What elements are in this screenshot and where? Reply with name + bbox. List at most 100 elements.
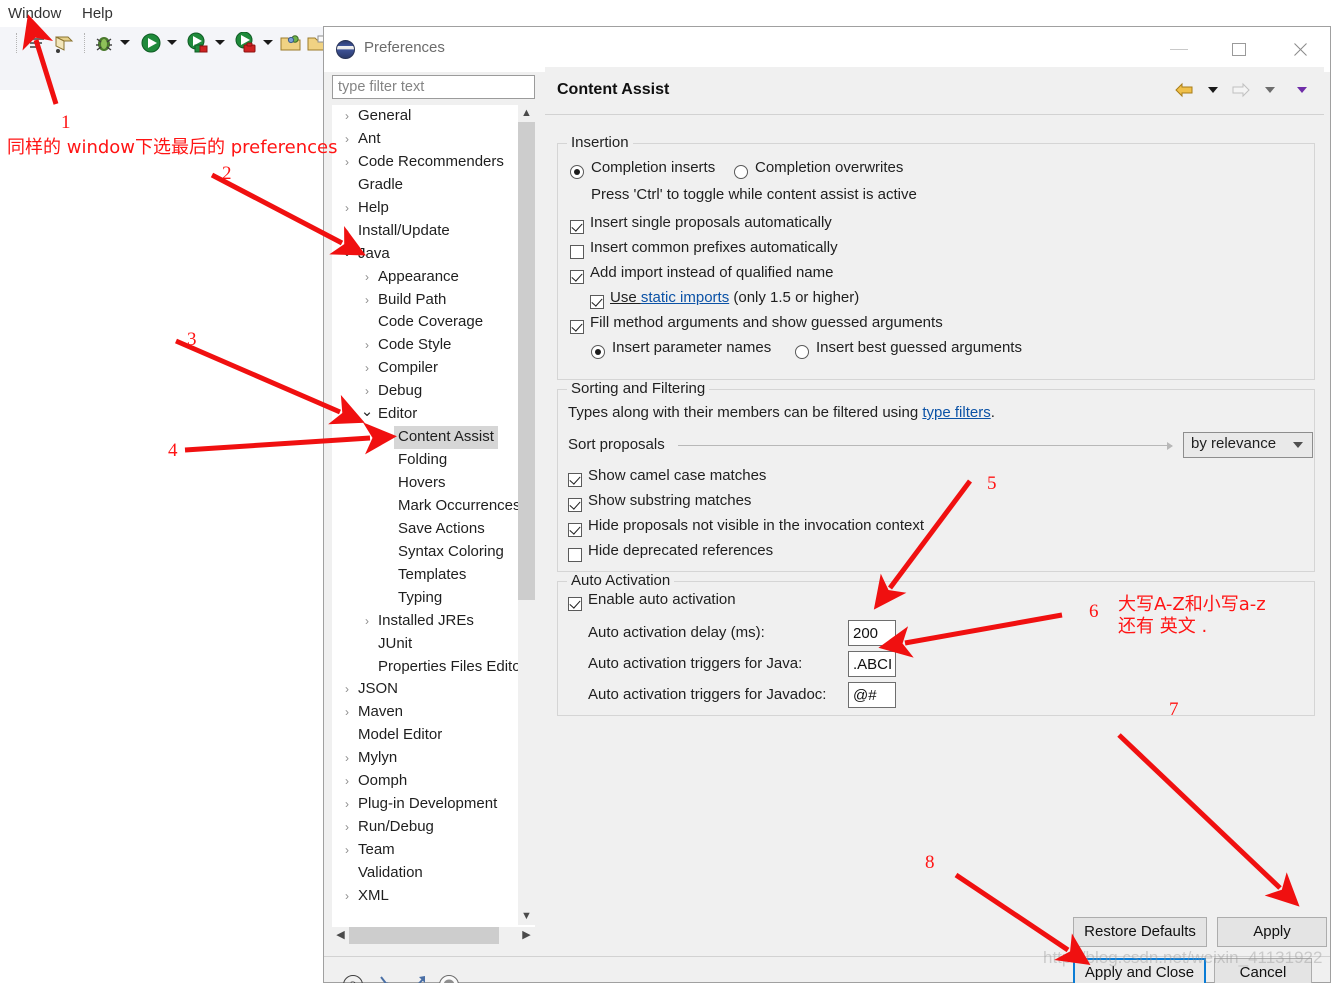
scroll-down-icon[interactable]: ▼: [518, 908, 535, 925]
checkbox-add-import[interactable]: [570, 270, 584, 284]
tree-item-debug[interactable]: ›Debug: [332, 380, 518, 403]
tree-horizontal-scrollbar[interactable]: ◀ ▶: [332, 927, 535, 944]
checkbox-insert-common-prefixes[interactable]: [570, 245, 584, 259]
tree-item-gradle[interactable]: Gradle: [332, 174, 518, 197]
export-icon[interactable]: [405, 973, 433, 983]
debug-icon[interactable]: [93, 32, 115, 54]
chevron-right-icon[interactable]: ›: [360, 289, 374, 312]
tree-item-xml[interactable]: ›XML: [332, 885, 518, 908]
filter-input[interactable]: [332, 75, 535, 99]
import-icon[interactable]: [372, 973, 400, 983]
tree-item-plug-in-development[interactable]: ›Plug-in Development: [332, 793, 518, 816]
chevron-right-icon[interactable]: ›: [340, 197, 354, 220]
chevron-right-icon[interactable]: ›: [340, 220, 354, 243]
checkbox-substring-matches[interactable]: [568, 498, 582, 512]
chevron-right-icon[interactable]: ›: [360, 610, 374, 633]
tree-item-save-actions[interactable]: Save Actions: [332, 518, 518, 541]
preferences-tree[interactable]: ›General›Ant›Code RecommendersGradle›Hel…: [332, 105, 535, 943]
tree-item-code-recommenders[interactable]: ›Code Recommenders: [332, 151, 518, 174]
tree-item-syntax-coloring[interactable]: Syntax Coloring: [332, 541, 518, 564]
checkbox-insert-single-proposals[interactable]: [570, 220, 584, 234]
checkbox-hide-deprecated[interactable]: [568, 548, 582, 562]
tree-item-maven[interactable]: ›Maven: [332, 701, 518, 724]
chevron-right-icon[interactable]: ›: [380, 426, 394, 449]
run-dropdown-caret[interactable]: [167, 40, 177, 45]
tree-item-code-coverage[interactable]: Code Coverage: [332, 311, 518, 334]
tree-item-properties-files-editor[interactable]: Properties Files Editor: [332, 656, 518, 679]
chevron-right-icon[interactable]: ›: [340, 151, 354, 174]
tree-item-ant[interactable]: ›Ant: [332, 128, 518, 151]
debug-dropdown-caret[interactable]: [120, 40, 130, 45]
chevron-right-icon[interactable]: ›: [340, 701, 354, 724]
external-tools-dropdown-caret[interactable]: [263, 40, 273, 45]
link-static-imports[interactable]: static imports: [641, 289, 729, 306]
run-icon[interactable]: [140, 32, 162, 54]
tree-item-build-path[interactable]: ›Build Path: [332, 289, 518, 312]
tree-item-folding[interactable]: Folding: [332, 449, 518, 472]
run-coverage-icon[interactable]: [186, 32, 210, 54]
close-button[interactable]: [1270, 27, 1330, 72]
tree-item-mark-occurrences[interactable]: Mark Occurrences: [332, 495, 518, 518]
chevron-right-icon[interactable]: ›: [360, 334, 374, 357]
tree-item-appearance[interactable]: ›Appearance: [332, 266, 518, 289]
tree-item-mylyn[interactable]: ›Mylyn: [332, 747, 518, 770]
chevron-right-icon[interactable]: ›: [340, 128, 354, 151]
scrollbar-thumb[interactable]: [518, 122, 535, 600]
record-icon[interactable]: [437, 973, 461, 983]
chevron-down-icon[interactable]: ⌄: [340, 243, 354, 260]
tree-item-validation[interactable]: Validation: [332, 862, 518, 885]
external-tools-icon[interactable]: [234, 32, 258, 54]
restore-defaults-button[interactable]: Restore Defaults: [1073, 917, 1207, 947]
checkbox-enable-auto-activation[interactable]: [568, 597, 582, 611]
help-icon[interactable]: ?: [341, 973, 365, 983]
back-dropdown-caret[interactable]: [1208, 87, 1218, 93]
tree-item-oomph[interactable]: ›Oomph: [332, 770, 518, 793]
chevron-right-icon[interactable]: ›: [340, 839, 354, 862]
tree-item-help[interactable]: ›Help: [332, 197, 518, 220]
radio-insert-best-guessed[interactable]: [795, 345, 809, 359]
tree-item-compiler[interactable]: ›Compiler: [332, 357, 518, 380]
scroll-left-icon[interactable]: ◀: [332, 927, 349, 944]
scroll-right-icon[interactable]: ▶: [518, 927, 535, 944]
chevron-right-icon[interactable]: ›: [340, 770, 354, 793]
chevron-right-icon[interactable]: ›: [360, 380, 374, 403]
hscrollbar-thumb[interactable]: [349, 927, 499, 944]
back-arrow-icon[interactable]: [1174, 82, 1194, 98]
open-type-icon[interactable]: [279, 32, 303, 54]
tree-item-general[interactable]: ›General: [332, 105, 518, 128]
chevron-right-icon[interactable]: ›: [340, 885, 354, 908]
tree-item-junit[interactable]: JUnit: [332, 633, 518, 656]
tree-item-editor[interactable]: ⌄Editor: [332, 403, 518, 426]
auto-activation-triggers-javadoc-input[interactable]: [848, 682, 896, 708]
chevron-right-icon[interactable]: ›: [340, 105, 354, 128]
tree-vertical-scrollbar[interactable]: ▲ ▼: [518, 105, 535, 925]
tree-item-hovers[interactable]: Hovers: [332, 472, 518, 495]
menu-item-window[interactable]: Window: [8, 4, 61, 23]
sort-proposals-combo[interactable]: by relevance: [1183, 432, 1313, 458]
tree-item-installed-jres[interactable]: ›Installed JREs: [332, 610, 518, 633]
tree-item-typing[interactable]: Typing: [332, 587, 518, 610]
auto-activation-triggers-java-input[interactable]: [848, 651, 896, 677]
chevron-right-icon[interactable]: ›: [340, 678, 354, 701]
tree-item-install-update[interactable]: ›Install/Update: [332, 220, 518, 243]
radio-completion-inserts[interactable]: [570, 165, 584, 179]
scroll-up-icon[interactable]: ▲: [518, 105, 535, 122]
tree-item-templates[interactable]: Templates: [332, 564, 518, 587]
chevron-right-icon[interactable]: ›: [360, 357, 374, 380]
auto-activation-delay-input[interactable]: [848, 620, 896, 646]
radio-completion-overwrites[interactable]: [734, 165, 748, 179]
run-coverage-dropdown-caret[interactable]: [215, 40, 225, 45]
chevron-right-icon[interactable]: ›: [360, 266, 374, 289]
link-type-filters[interactable]: type filters: [922, 404, 990, 421]
checkbox-hide-not-visible[interactable]: [568, 523, 582, 537]
tree-item-run-debug[interactable]: ›Run/Debug: [332, 816, 518, 839]
debug-last-icon[interactable]: [52, 32, 76, 54]
tree-item-json[interactable]: ›JSON: [332, 678, 518, 701]
apply-button[interactable]: Apply: [1217, 917, 1327, 947]
chevron-right-icon[interactable]: ›: [340, 747, 354, 770]
checkbox-use-static-imports[interactable]: [590, 295, 604, 309]
maximize-button[interactable]: [1210, 27, 1270, 72]
chevron-right-icon[interactable]: ›: [340, 793, 354, 816]
tree-item-model-editor[interactable]: Model Editor: [332, 724, 518, 747]
tree-item-java[interactable]: ⌄Java: [332, 243, 518, 266]
